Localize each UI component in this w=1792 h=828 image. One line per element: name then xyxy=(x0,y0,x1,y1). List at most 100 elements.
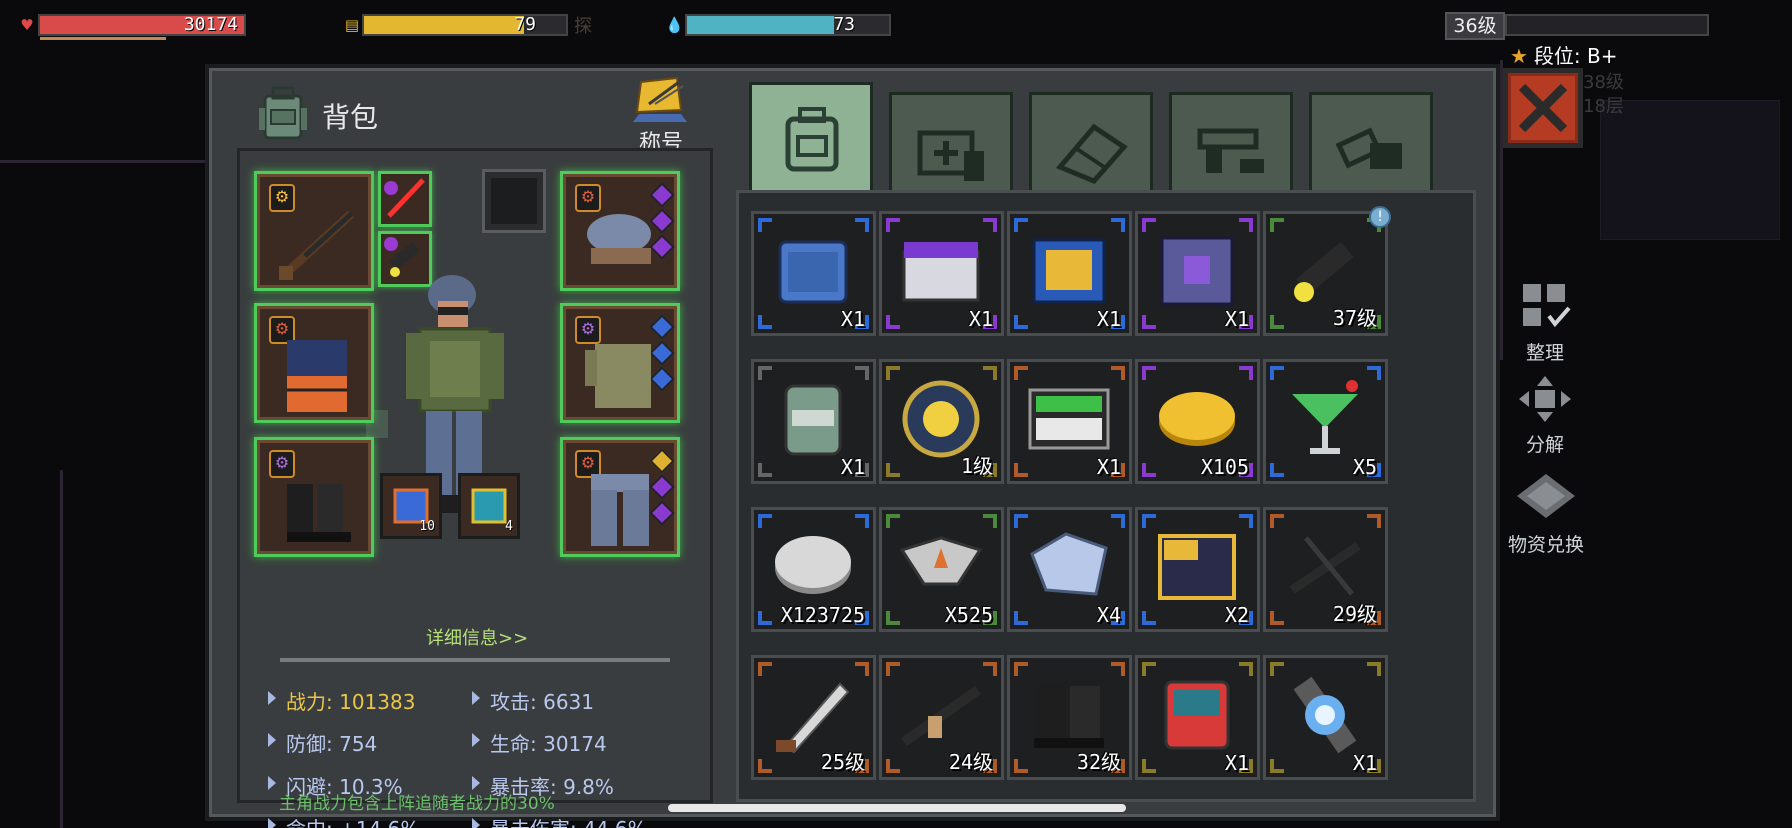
laser-sword-icon xyxy=(384,178,425,218)
title-badge-icon[interactable] xyxy=(627,74,693,126)
energy-value: 79 xyxy=(514,14,536,35)
medkit-icon xyxy=(917,130,984,181)
sort-button[interactable]: 整理 xyxy=(1505,282,1585,365)
map-wall xyxy=(60,470,63,828)
item-slot-gear-badge[interactable]: 1级 xyxy=(879,359,1004,484)
energy-suffix: 探 xyxy=(574,16,592,37)
item-slot-blue-crate[interactable]: X1 xyxy=(751,211,876,336)
exp-bar xyxy=(1505,14,1709,36)
energy-bar-fill xyxy=(364,16,524,34)
item-slot-map-paper[interactable]: X4 xyxy=(1007,507,1132,632)
item-count: 32级 xyxy=(1076,750,1121,774)
pistol-icon xyxy=(1197,128,1264,173)
chip-slot-2[interactable]: 4 xyxy=(458,473,520,539)
item-slot-flashlight[interactable]: 37级! xyxy=(1263,206,1391,336)
home-indicator[interactable] xyxy=(668,804,1126,812)
item-count: 37级 xyxy=(1332,306,1377,330)
blue-gold-crate-icon xyxy=(1032,238,1106,304)
chip-slot-1[interactable]: 10 xyxy=(380,473,442,539)
item-count: X1 xyxy=(968,307,993,331)
chip-2-count: 4 xyxy=(505,519,513,534)
item-slot-exp-card[interactable]: X2 xyxy=(1135,507,1260,632)
player-level: 36级 xyxy=(1445,12,1505,40)
hp-sub-bar xyxy=(40,37,166,40)
equip-slot-empty[interactable] xyxy=(482,169,546,233)
decompose-button[interactable]: 分解 xyxy=(1505,374,1585,457)
item-slot-soup-can[interactable]: X1 xyxy=(751,359,876,484)
item-slot-crossbow[interactable]: 29级 xyxy=(1263,507,1388,632)
equipment-box: ⚙ ⚙ ⚙ ⚙ ⚙ ⚙ 10 4 详细信息>> 战力: 101383 攻击: 6… xyxy=(237,148,713,828)
body-armor-icon xyxy=(585,344,651,408)
item-slot-blue-gold-crate[interactable]: X1 xyxy=(1007,211,1132,336)
item-slot-silver-coin[interactable]: X123725 xyxy=(751,507,876,632)
stat-attack: 攻击: 6631 xyxy=(472,686,594,715)
red-device-icon xyxy=(1164,680,1230,750)
stat-crit-damage: 暴击伤害: 44.6% xyxy=(472,813,647,828)
power-footnote: 主角战力包含上阵追随者战力的30% xyxy=(279,794,555,814)
sort-icon xyxy=(1523,284,1571,328)
blue-crate-icon xyxy=(778,240,848,304)
parts-icon xyxy=(1335,127,1402,169)
item-count: 25级 xyxy=(820,750,865,774)
item-slot-combat-boots[interactable]: 32级 xyxy=(1007,655,1132,780)
equip-slot-weapon[interactable]: ⚙ xyxy=(254,171,374,291)
item-count: X1 xyxy=(1096,455,1121,479)
item-slot-cocktail[interactable]: X5 xyxy=(1263,359,1388,484)
item-count: X105 xyxy=(1200,455,1249,479)
stat-accuracy: 命中: +14.6% xyxy=(267,813,419,828)
item-count: X1 xyxy=(1352,751,1377,775)
item-count: X1 xyxy=(1224,307,1249,331)
cocktail-icon xyxy=(1292,380,1358,454)
heart-icon: ♥ xyxy=(20,16,34,34)
shotgun-icon xyxy=(279,210,355,280)
item-count: X1 xyxy=(840,455,865,479)
item-count: X4 xyxy=(1096,603,1121,627)
new-item-indicator: ! xyxy=(1369,206,1391,228)
item-slot-energy-capsule[interactable]: X1 xyxy=(1263,655,1388,780)
close-button[interactable] xyxy=(1503,68,1583,148)
equip-slot-boots[interactable]: ⚙ xyxy=(254,437,374,557)
backpack-panel: 背包 称号 ⚙ ⚙ ⚙ ⚙ ⚙ ⚙ 10 4 详细信息>> 战力: 101383… xyxy=(205,64,1500,828)
item-slot-assault-rifle[interactable]: 24级 xyxy=(879,655,1004,780)
item-slot-purple-armored-crate[interactable]: X1 xyxy=(1135,211,1260,336)
chip-1-count: 10 xyxy=(419,519,435,534)
water-bar: 73 xyxy=(685,14,891,36)
tab-weapons[interactable] xyxy=(1169,92,1293,190)
item-slot-purple-chest[interactable]: X1 xyxy=(879,211,1004,336)
water-bar-fill xyxy=(687,16,835,34)
item-count: X1 xyxy=(1096,307,1121,331)
equip-slot-pants[interactable]: ⚙ xyxy=(560,437,680,557)
item-slot-eagle-emblem[interactable]: X525 xyxy=(879,507,1004,632)
tab-materials[interactable] xyxy=(1029,92,1153,190)
soup-can-icon xyxy=(784,384,842,456)
item-slot-machete[interactable]: 25级 xyxy=(751,655,876,780)
tab-medkit[interactable] xyxy=(889,92,1013,190)
pants-icon xyxy=(591,474,649,546)
equip-slot-vest[interactable]: ⚙ xyxy=(254,303,374,423)
backpack-icon xyxy=(785,107,839,172)
item-count: X525 xyxy=(944,603,993,627)
equip-slot-lightsaber[interactable] xyxy=(378,171,432,227)
tab-backpack[interactable] xyxy=(749,82,873,190)
faded-level: 38级 xyxy=(1583,72,1624,93)
item-slot-sale-coupon[interactable]: X1 xyxy=(1007,359,1132,484)
rank-text: 段位: B+ xyxy=(1533,44,1618,68)
equip-slot-helmet[interactable]: ⚙ xyxy=(560,171,680,291)
item-count: X1 xyxy=(1224,751,1249,775)
item-slot-red-device[interactable]: X1 xyxy=(1135,655,1260,780)
energy-bar: 79 xyxy=(362,14,568,36)
item-slot-gold-coin[interactable]: X105 xyxy=(1135,359,1260,484)
rank-label: ★ 段位: B+ xyxy=(1510,40,1618,69)
map-tile xyxy=(1600,100,1780,240)
tab-parts[interactable] xyxy=(1309,92,1433,190)
item-count: X5 xyxy=(1352,455,1377,479)
exchange-label: 物资兑换 xyxy=(1507,534,1584,556)
eagle-emblem-icon xyxy=(899,536,983,586)
detail-info-link[interactable]: 详细信息>> xyxy=(426,624,528,650)
faded-floor: 18层 xyxy=(1583,96,1624,117)
exchange-button[interactable]: 物资兑换 xyxy=(1498,472,1594,557)
equip-slot-armor[interactable]: ⚙ xyxy=(560,303,680,423)
purple-armored-crate-icon xyxy=(1160,236,1234,306)
sort-label: 整理 xyxy=(1525,342,1564,364)
energy-icon: ▤ xyxy=(344,16,360,34)
